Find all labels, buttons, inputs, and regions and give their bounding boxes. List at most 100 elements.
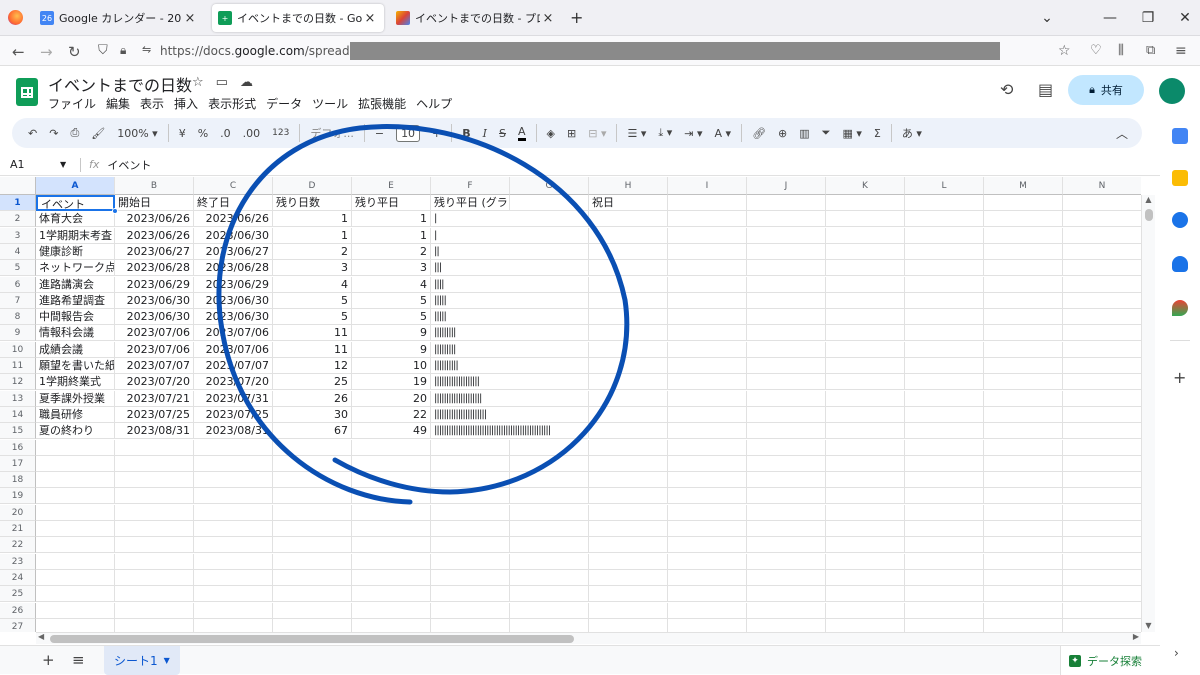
cell[interactable] (510, 455, 589, 472)
cell[interactable] (984, 472, 1063, 489)
cell[interactable]: ||||||||||||||||||| (431, 374, 631, 391)
cell[interactable]: 2 (273, 243, 352, 260)
cell[interactable] (431, 537, 510, 554)
cell[interactable] (984, 455, 1063, 472)
cell[interactable] (668, 504, 747, 521)
cell[interactable] (668, 618, 747, 632)
row-header[interactable]: 17 (0, 455, 36, 472)
close-icon[interactable]: × (362, 11, 378, 26)
insert-link-icon[interactable]: 🔗︎ (752, 127, 766, 140)
cell[interactable] (826, 260, 905, 277)
bookmark-star-icon[interactable]: ☆ (1058, 43, 1071, 59)
cell[interactable] (1063, 488, 1141, 505)
cell[interactable] (1063, 504, 1141, 521)
keep-addon-icon[interactable] (1172, 170, 1188, 186)
sheet-tab-1[interactable]: シート1 ▼ (104, 646, 180, 675)
cell[interactable]: 5 (273, 292, 352, 309)
cell[interactable] (36, 504, 115, 521)
cell[interactable]: 1 (273, 227, 352, 244)
cell[interactable] (984, 358, 1063, 374)
cell[interactable]: 2023/08/31 (194, 423, 273, 440)
horizontal-scrollbar[interactable]: ◀ ▶ (36, 632, 1141, 644)
borders-icon[interactable]: ⊞ (567, 127, 576, 140)
cell[interactable] (668, 325, 747, 342)
cell[interactable]: 健康診断 (36, 243, 115, 260)
close-icon[interactable]: × (540, 11, 556, 26)
cell[interactable]: |||||||||||||||||||||| (431, 407, 631, 423)
back-icon[interactable]: ← (12, 43, 25, 61)
cell[interactable] (194, 504, 273, 521)
cell[interactable]: 26 (273, 390, 352, 407)
cell[interactable] (352, 472, 431, 489)
cell[interactable]: 19 (352, 374, 431, 391)
cell[interactable] (747, 504, 826, 521)
select-all-corner[interactable] (0, 177, 36, 195)
horizontal-align-icon[interactable]: ☰ ▾ (627, 127, 646, 140)
cell[interactable] (984, 586, 1063, 603)
cell[interactable]: 4 (273, 276, 352, 293)
cell[interactable] (905, 292, 984, 309)
cell[interactable]: 49 (352, 423, 431, 440)
cell[interactable] (905, 325, 984, 342)
cell[interactable] (1063, 521, 1141, 537)
cell[interactable] (115, 521, 194, 537)
cell[interactable] (747, 325, 826, 342)
cell[interactable] (747, 309, 826, 326)
column-header[interactable]: D (273, 177, 352, 195)
cell[interactable] (747, 569, 826, 586)
cell[interactable]: 10 (352, 358, 431, 374)
cell[interactable] (826, 586, 905, 603)
cell[interactable] (984, 504, 1063, 521)
cell[interactable] (510, 504, 589, 521)
cell[interactable]: 2023/07/06 (194, 341, 273, 358)
cell[interactable] (115, 586, 194, 603)
cell[interactable] (747, 521, 826, 537)
active-cell[interactable]: イベント (36, 195, 115, 211)
paint-format-icon[interactable]: 🖌︎ (91, 127, 105, 140)
font-size-increase-button[interactable]: + (432, 127, 441, 140)
cell[interactable] (352, 455, 431, 472)
insert-comment-icon[interactable]: ⊕ (778, 127, 787, 140)
cell[interactable] (589, 586, 668, 603)
cell[interactable] (905, 521, 984, 537)
column-header[interactable]: L (905, 177, 984, 195)
cell[interactable] (1063, 390, 1141, 407)
cell[interactable] (1063, 455, 1141, 472)
cell[interactable] (826, 276, 905, 293)
font-select[interactable]: デフォ... (310, 125, 354, 141)
cell[interactable]: 2023/07/07 (194, 358, 273, 374)
undo-icon[interactable]: ↶ (28, 127, 37, 140)
cell[interactable] (1063, 423, 1141, 440)
cell[interactable] (352, 553, 431, 570)
horizontal-scroll-thumb[interactable] (50, 635, 574, 643)
row-header[interactable]: 9 (0, 325, 36, 342)
cell[interactable] (826, 341, 905, 358)
cell[interactable] (747, 195, 826, 211)
cell[interactable] (115, 488, 194, 505)
cell[interactable] (905, 586, 984, 603)
cell[interactable]: 20 (352, 390, 431, 407)
cell[interactable] (1063, 195, 1141, 211)
cell[interactable] (1063, 586, 1141, 603)
column-header[interactable]: C (194, 177, 273, 195)
cell[interactable]: 2023/06/30 (194, 292, 273, 309)
cell[interactable] (905, 602, 984, 619)
cell[interactable]: 2023/06/26 (115, 227, 194, 244)
cell[interactable] (589, 602, 668, 619)
text-rotation-icon[interactable]: A ▾ (715, 127, 732, 140)
cell[interactable] (905, 390, 984, 407)
pocket-icon[interactable]: ♡ (1090, 43, 1102, 58)
cloud-status-icon[interactable]: ☁ (240, 75, 265, 90)
cell[interactable] (668, 455, 747, 472)
cell[interactable] (984, 423, 1063, 440)
row-header[interactable]: 14 (0, 406, 36, 423)
cell[interactable] (431, 439, 510, 456)
cell[interactable] (668, 211, 747, 228)
minimize-icon[interactable]: — (1090, 0, 1130, 36)
move-folder-icon[interactable]: ▭ (216, 75, 240, 90)
cell[interactable] (747, 602, 826, 619)
cell[interactable]: 2023/06/30 (194, 227, 273, 244)
formula-input[interactable]: イベント (107, 157, 151, 173)
cell[interactable] (747, 586, 826, 603)
cell[interactable] (905, 537, 984, 554)
